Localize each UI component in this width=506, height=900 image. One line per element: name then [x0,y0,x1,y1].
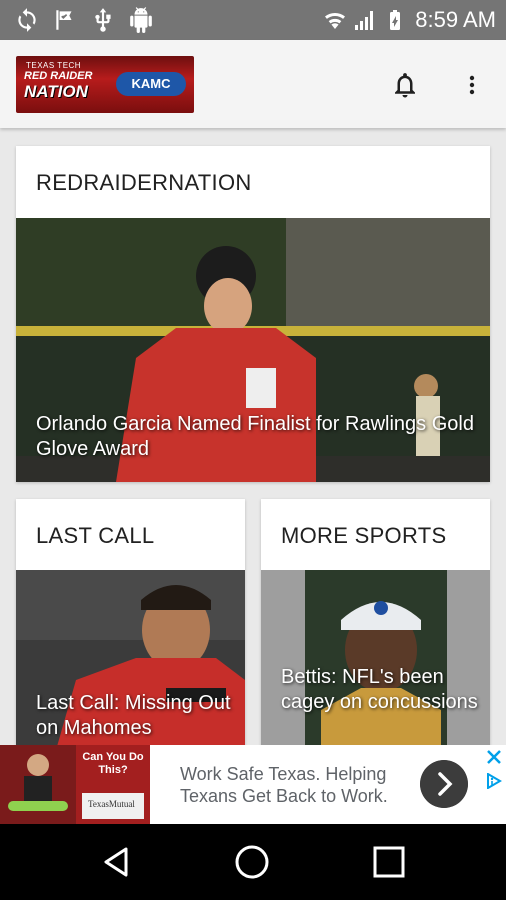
card-last-call[interactable]: LAST CALL Last Call: Missing Out on Maho… [16,499,245,749]
check-flag-icon [56,10,72,30]
ad-brand: TexasMutual [88,799,135,809]
ad-banner[interactable]: Can You Do This? TexasMutual Work Safe T… [0,745,506,824]
card-redraidernation[interactable]: REDRAIDERNATION Orlando Garcia Named Fin… [16,146,490,482]
more-vert-icon[interactable] [460,68,484,102]
card-title: LAST CALL [36,523,155,548]
battery-icon [390,10,401,30]
card-title: MORE SPORTS [281,523,447,548]
ad-image[interactable]: Can You Do This? TexasMutual [0,745,150,824]
logo-line-1: TEXAS TECH [26,61,82,70]
navigation-bar [0,824,506,900]
logo-line-2: RED RAIDER [24,70,93,82]
status-icons-right: 8:59 AM [323,7,496,33]
signal-icon [355,11,374,30]
ad-choices-icon[interactable] [486,773,502,789]
app-bar: TEXAS TECH RED RAIDER NATION KAMC [0,40,506,128]
bettis-photo[interactable] [261,570,490,749]
card-caption[interactable]: Last Call: Missing Out on Mahomes [36,691,233,741]
usb-icon [95,8,111,32]
card-caption[interactable]: Orlando Garcia Named Finalist for Rawlin… [36,412,478,462]
home-icon[interactable] [234,844,270,880]
android-icon [130,7,152,33]
ad-text[interactable]: Work Safe Texas. Helping Texans Get Back… [180,763,420,807]
chevron-right-icon[interactable] [420,760,468,808]
station-logo: KAMC [116,72,186,96]
card-title: REDRAIDERNATION [36,170,252,195]
app-logo[interactable]: TEXAS TECH RED RAIDER NATION KAMC [16,56,194,113]
status-bar: 8:59 AM [0,0,506,40]
recents-icon[interactable] [372,845,406,879]
status-icons-left [14,7,154,33]
wifi-icon [325,12,346,29]
bell-icon[interactable] [390,68,420,102]
close-icon[interactable] [486,749,502,765]
card-more-sports[interactable]: MORE SPORTS Bettis: NFL's been cagey on … [261,499,490,749]
sync-icon [18,8,36,32]
status-time: 8:59 AM [415,7,496,32]
ad-cta: Can You Do This? [82,751,144,776]
card-caption[interactable]: Bettis: NFL's been cagey on concussions [281,665,478,715]
logo-line-3: NATION [24,82,88,101]
back-icon[interactable] [98,844,134,880]
